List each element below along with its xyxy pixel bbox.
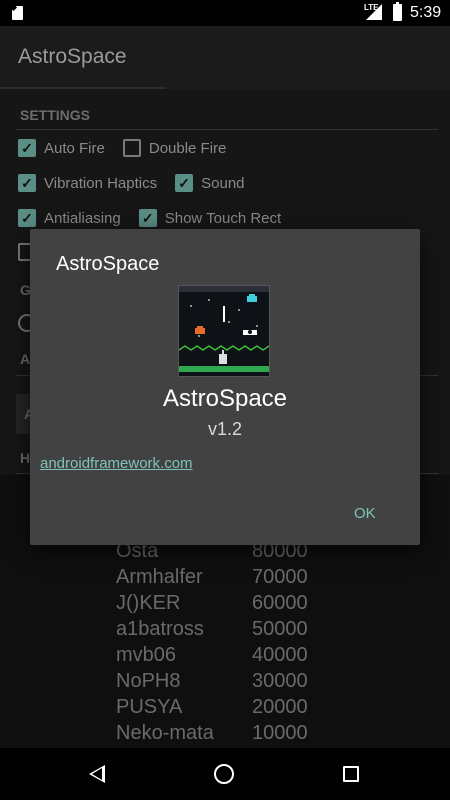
sound-checkbox[interactable]: ✓ Sound: [175, 174, 245, 192]
dialog-title: AstroSpace: [56, 253, 160, 275]
checkbox-checked-icon: ✓: [18, 139, 36, 157]
partial-section-header: A: [20, 351, 31, 367]
checkbox-unchecked-icon: [122, 139, 141, 157]
checkbox-label: Double Fire: [148, 139, 227, 157]
show-touch-rect-checkbox[interactable]: ✓ Show Touch Rect: [138, 209, 282, 227]
checkbox-label: Show Touch Rect: [164, 209, 282, 227]
partial-section-header: H: [20, 450, 31, 466]
vibration-haptics-checkbox[interactable]: ✓ Vibration Haptics: [18, 174, 157, 192]
home-icon[interactable]: [214, 764, 234, 784]
auto-fire-checkbox[interactable]: ✓ Auto Fire: [18, 139, 105, 157]
highscore-name: PUSYA: [116, 696, 183, 718]
checkbox-checked-icon: ✓: [18, 209, 36, 227]
highscore-row: a1batross 50000: [116, 618, 376, 644]
highscore-row: J()KER 60000: [116, 592, 376, 618]
highscore-row: PUSYA 20000: [116, 696, 376, 722]
highscore-row: NoPH8 30000: [116, 670, 376, 696]
checkbox-row-3: ✓ Antialiasing ✓ Show Touch Rect: [18, 209, 289, 227]
highscore-name: J()KER: [116, 592, 181, 614]
highscore-value: 10000: [252, 722, 308, 744]
recents-icon[interactable]: [343, 766, 359, 782]
checkbox-label: Auto Fire: [44, 139, 105, 157]
highscore-value: 40000: [252, 644, 308, 666]
highscore-value: 50000: [252, 618, 308, 640]
dialog-version: v1.2: [207, 419, 243, 439]
website-link[interactable]: androidframework.com: [40, 455, 193, 472]
ok-button[interactable]: OK: [354, 505, 376, 522]
highscore-name: Armhalfer: [116, 566, 203, 588]
highscore-row: Armhalfer 70000: [116, 566, 376, 592]
about-dialog: AstroSpace AstroSpace v1.2 androidframew…: [30, 229, 420, 545]
highscore-row: mvb06 40000: [116, 644, 376, 670]
settings-header: SETTINGS: [20, 107, 91, 123]
checkbox-checked-icon: ✓: [175, 174, 194, 192]
app-icon: [178, 285, 270, 377]
dialog-app-name: AstroSpace: [162, 385, 288, 412]
divider: [16, 129, 438, 130]
highscore-name: mvb06: [116, 644, 177, 666]
status-bar: LTE 5:39: [0, 0, 450, 26]
highscore-name: Neko-mata: [116, 722, 214, 744]
navigation-bar: [0, 748, 450, 800]
app-bar: AstroSpace: [0, 26, 450, 89]
checkbox-label: Vibration Haptics: [44, 174, 158, 192]
network-type: LTE: [364, 3, 379, 12]
highscore-row: Neko-mata 10000: [116, 722, 376, 748]
double-fire-checkbox[interactable]: Double Fire: [122, 139, 227, 157]
app-title: AstroSpace: [18, 45, 127, 68]
checkbox-label: Sound: [201, 174, 245, 192]
app-icon-artwork: [179, 286, 269, 376]
status-time: 5:39: [410, 4, 442, 21]
checkbox-row-2: ✓ Vibration Haptics ✓ Sound: [18, 174, 253, 192]
checkbox-label: Antialiasing: [44, 209, 121, 227]
highscore-name: a1batross: [116, 618, 204, 640]
checkbox-row-1: ✓ Auto Fire Double Fire: [18, 139, 234, 157]
highscore-value: 20000: [252, 696, 308, 718]
highscore-value: 70000: [252, 566, 308, 588]
battery-icon: [393, 2, 402, 21]
antialiasing-checkbox[interactable]: ✓ Antialiasing: [18, 209, 121, 227]
sd-card-icon: [12, 6, 23, 20]
highscore-value: 60000: [252, 592, 308, 614]
checkbox-checked-icon: ✓: [18, 174, 36, 192]
checkbox-checked-icon: ✓: [138, 209, 157, 227]
highscore-value: 30000: [252, 670, 308, 692]
highscore-name: NoPH8: [116, 670, 181, 692]
back-icon[interactable]: [89, 765, 105, 783]
